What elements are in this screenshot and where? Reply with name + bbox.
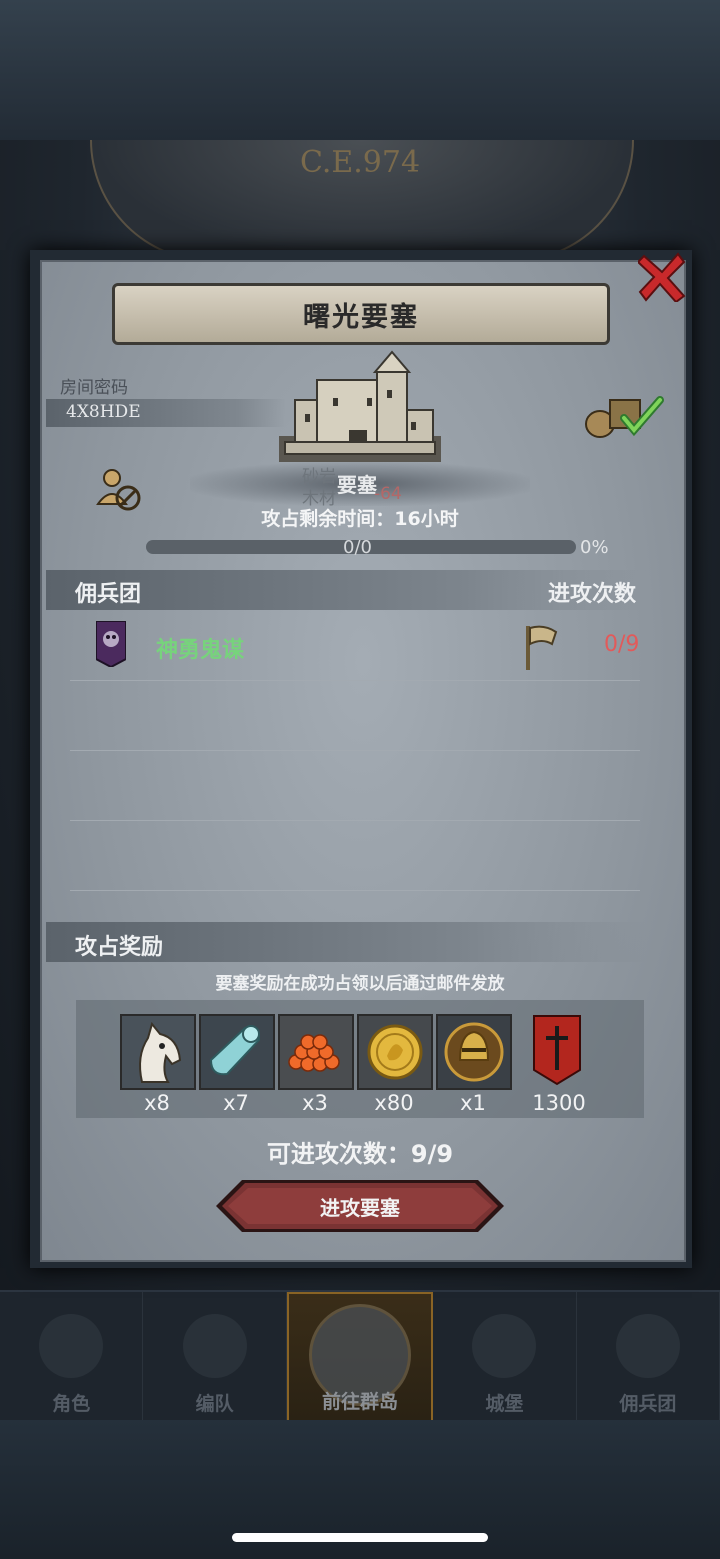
row-divider: [70, 680, 640, 681]
gold-coin-icon: [367, 1024, 423, 1080]
room-code[interactable]: 4X8HDE: [66, 402, 141, 422]
reward-item[interactable]: [120, 1014, 196, 1090]
progress-text: 0/0: [343, 537, 372, 558]
resource-collected-icon[interactable]: [584, 392, 664, 440]
reward-qty: x7: [223, 1091, 249, 1115]
knight-icon: [39, 1314, 104, 1378]
mercenary-section-title: 佣兵团: [75, 582, 142, 607]
nav-item-mercenary[interactable]: 佣兵团: [577, 1292, 720, 1422]
attempts-left: 可进攻次数：9/9: [266, 1140, 454, 1168]
close-icon: [638, 252, 686, 302]
reward-qty: x8: [144, 1091, 170, 1115]
flag-icon: [526, 625, 558, 670]
reward-item[interactable]: [530, 1014, 584, 1086]
horse-icon: [139, 1021, 182, 1083]
era-label: C.E.974: [299, 145, 421, 180]
nav-label: 佣兵团: [619, 1393, 677, 1415]
ship-icon: [615, 1314, 680, 1378]
food-pile-icon: [288, 1034, 340, 1072]
fortress-icon: [279, 350, 441, 462]
row-divider: [70, 890, 640, 891]
attack-count-header: 进攻次数: [548, 582, 637, 607]
reward-qty: 1300: [532, 1091, 586, 1115]
resource-2-value: -64: [374, 484, 402, 504]
title-plate: 曙光要塞: [112, 283, 610, 345]
nav-item-role[interactable]: 角色: [0, 1292, 144, 1422]
nav-label: 编队: [195, 1393, 234, 1415]
reward-qty: x3: [302, 1091, 328, 1115]
sword-banner-icon: [533, 1015, 581, 1086]
bottom-nav: 角色 编队 前往群岛 城堡 佣兵团: [0, 1290, 720, 1422]
reward-note: 要塞奖励在成功占领以后通过邮件发放: [215, 974, 505, 994]
reward-item[interactable]: [357, 1014, 433, 1090]
reward-section-title: 攻占奖励: [75, 935, 164, 960]
warrior-icon: [182, 1314, 247, 1378]
dialog-title: 曙光要塞: [303, 301, 419, 333]
home-indicator[interactable]: [232, 1533, 488, 1542]
fortress-type: 要塞: [337, 473, 377, 497]
reward-qty: x80: [374, 1091, 414, 1115]
reward-qty: x1: [460, 1091, 486, 1115]
row-divider: [70, 750, 640, 751]
cloth-roll-icon: [209, 1025, 261, 1076]
top-status-area: [0, 0, 720, 140]
reward-item[interactable]: [278, 1014, 354, 1090]
nav-item-islands[interactable]: 前往群岛: [286, 1292, 434, 1422]
reward-item[interactable]: [199, 1014, 275, 1090]
castle-icon: [472, 1314, 537, 1378]
attack-fortress-button[interactable]: [216, 1180, 504, 1232]
owl-banner-icon: [96, 621, 126, 667]
nav-label: 前往群岛: [322, 1391, 399, 1413]
row-divider: [70, 820, 640, 821]
remaining-time: 攻占剩余时间：16小时: [261, 508, 459, 530]
nav-item-castle[interactable]: 城堡: [433, 1292, 577, 1422]
mercenary-name[interactable]: 神勇鬼谋: [156, 632, 244, 664]
nav-item-formation[interactable]: 编队: [143, 1292, 287, 1422]
progress-percent: 0%: [580, 537, 609, 558]
nav-label: 角色: [52, 1393, 91, 1415]
room-password-label: 房间密码: [60, 378, 128, 398]
nav-label: 城堡: [485, 1393, 524, 1415]
reward-item[interactable]: [436, 1014, 512, 1090]
mercenary-attack-count: 0/9: [604, 632, 640, 657]
close-button[interactable]: [636, 250, 688, 304]
helmet-medal-icon: [444, 1022, 504, 1082]
